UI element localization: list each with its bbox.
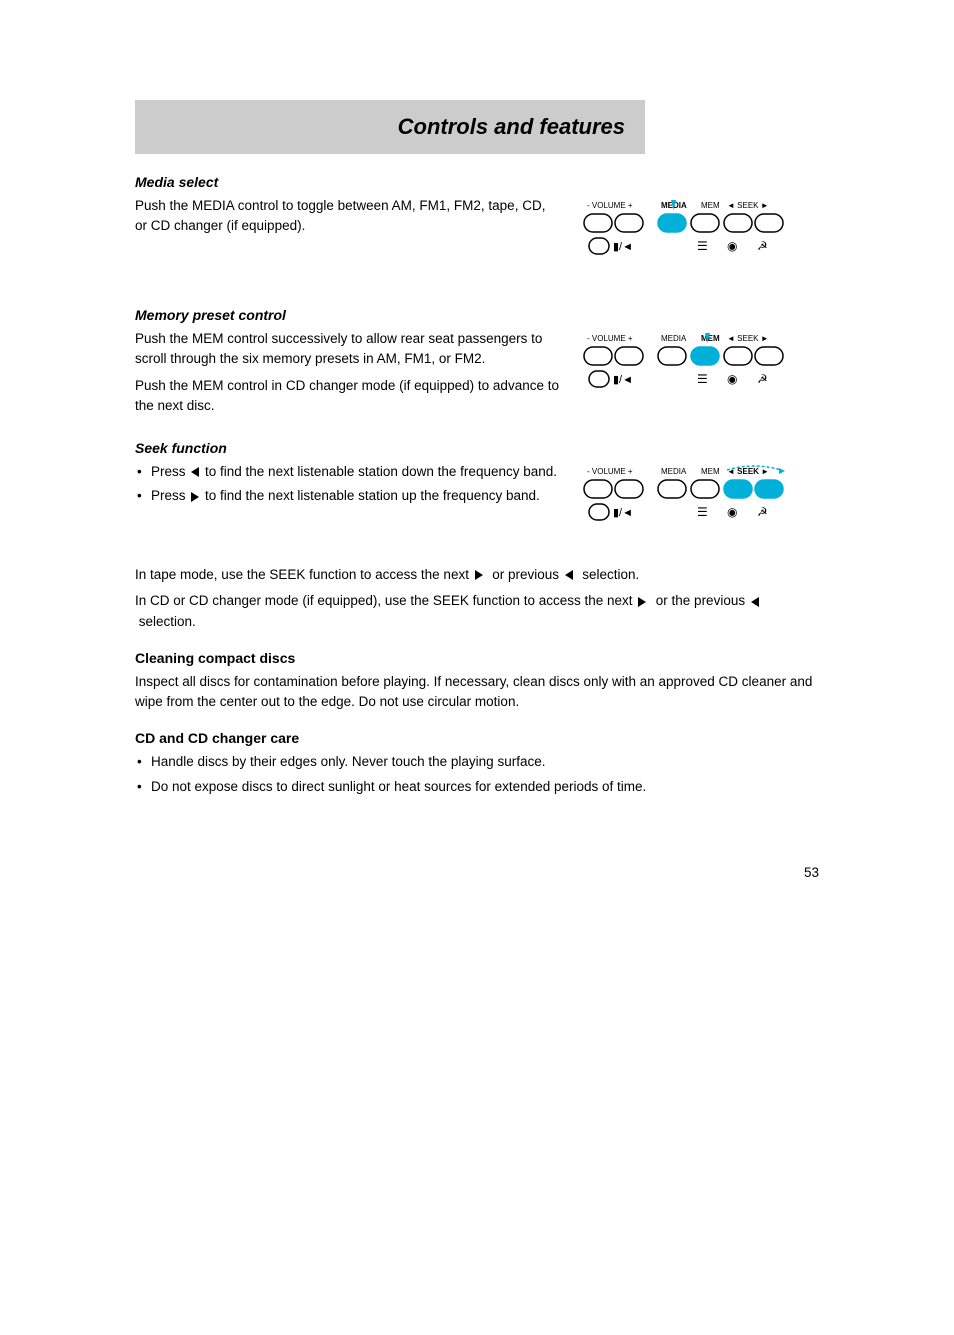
page-number: 53 <box>0 865 954 880</box>
media-select-diagram: - VOLUME + MEDIA MEM ◄ SEEK ► <box>579 196 819 289</box>
seek-para2: In CD or CD changer mode (if equipped), … <box>135 591 819 632</box>
svg-text:☰: ☰ <box>697 505 708 519</box>
tri-left-icon-2 <box>565 570 573 580</box>
svg-text:- VOLUME +: - VOLUME + <box>587 467 633 476</box>
section-seek-function: Seek function Press to find the next lis… <box>135 440 819 632</box>
svg-text:MEM: MEM <box>701 201 720 210</box>
memory-preset-diagram: - VOLUME + MEDIA MEM ◄ SEEK ► <box>579 329 819 422</box>
svg-text:▮/◄: ▮/◄ <box>613 241 633 253</box>
cd-care-bullets: Handle discs by their edges only. Never … <box>135 752 819 797</box>
diagram-media: - VOLUME + MEDIA MEM ◄ SEEK ► <box>579 196 809 286</box>
svg-text:◉: ◉ <box>727 372 737 386</box>
svg-text:◄ SEEK ►: ◄ SEEK ► <box>727 334 769 343</box>
seek-function-text: Press to find the next listenable statio… <box>135 462 559 513</box>
svg-text:◄ SEEK ►: ◄ SEEK ► <box>727 201 769 210</box>
seek-function-diagram: - VOLUME + MEDIA MEM ◄ SEEK ► <box>579 462 819 555</box>
svg-text:MEM: MEM <box>701 467 720 476</box>
page-title: Controls and features <box>398 114 625 139</box>
tri-right-icon-3 <box>638 597 646 607</box>
svg-text:MEDIA: MEDIA <box>661 467 687 476</box>
section-cleaning: Cleaning compact discs Inspect all discs… <box>135 650 819 713</box>
svg-text:☰: ☰ <box>697 372 708 386</box>
page-container: Controls and features Media select Push … <box>0 100 954 1335</box>
svg-text:MEM: MEM <box>701 334 720 343</box>
cd-care-bullet-2: Do not expose discs to direct sunlight o… <box>135 777 819 797</box>
seek-function-bullets: Press to find the next listenable statio… <box>135 462 559 507</box>
svg-text:▮/◄: ▮/◄ <box>613 507 633 519</box>
media-select-para: Push the MEDIA control to toggle between… <box>135 196 559 237</box>
svg-text:☰: ☰ <box>697 239 708 253</box>
section-media-select: Media select Push the MEDIA control to t… <box>135 174 819 289</box>
tri-left-icon-1 <box>191 467 199 477</box>
media-select-text: Push the MEDIA control to toggle between… <box>135 196 559 243</box>
svg-text:☭: ☭ <box>757 372 768 386</box>
cd-care-bullet-1: Handle discs by their edges only. Never … <box>135 752 819 772</box>
cd-care-heading: CD and CD changer care <box>135 730 819 746</box>
diagram-seek: - VOLUME + MEDIA MEM ◄ SEEK ► <box>579 462 809 552</box>
svg-text:MEDIA: MEDIA <box>661 334 687 343</box>
svg-text:- VOLUME +: - VOLUME + <box>587 201 633 210</box>
svg-text:▮/◄: ▮/◄ <box>613 374 633 386</box>
memory-preset-heading: Memory preset control <box>135 307 819 323</box>
cleaning-heading: Cleaning compact discs <box>135 650 819 666</box>
media-select-heading: Media select <box>135 174 819 190</box>
seek-function-heading: Seek function <box>135 440 819 456</box>
memory-preset-text: Push the MEM control successively to all… <box>135 329 559 422</box>
seek-para1: In tape mode, use the SEEK function to a… <box>135 565 819 585</box>
tri-right-icon-2 <box>475 570 483 580</box>
seek-bullet-2: Press to find the next listenable statio… <box>135 486 559 506</box>
media-select-layout: Push the MEDIA control to toggle between… <box>135 196 819 289</box>
seek-bullet-1: Press to find the next listenable statio… <box>135 462 559 482</box>
content-area: Media select Push the MEDIA control to t… <box>0 154 954 835</box>
section-cd-care: CD and CD changer care Handle discs by t… <box>135 730 819 797</box>
svg-text:☭: ☭ <box>757 505 768 519</box>
svg-text:◉: ◉ <box>727 505 737 519</box>
memory-preset-para2: Push the MEM control in CD changer mode … <box>135 376 559 417</box>
memory-preset-layout: Push the MEM control successively to all… <box>135 329 819 422</box>
svg-text:- VOLUME +: - VOLUME + <box>587 334 633 343</box>
tri-right-icon-1 <box>191 492 199 502</box>
header-banner: Controls and features <box>135 100 645 154</box>
memory-preset-para1: Push the MEM control successively to all… <box>135 329 559 370</box>
svg-text:☭: ☭ <box>757 239 768 253</box>
cleaning-para: Inspect all discs for contamination befo… <box>135 672 819 713</box>
section-memory-preset: Memory preset control Push the MEM contr… <box>135 307 819 422</box>
tri-left-icon-3 <box>751 597 759 607</box>
diagram-mem: - VOLUME + MEDIA MEM ◄ SEEK ► <box>579 329 809 419</box>
seek-function-layout: Press to find the next listenable statio… <box>135 462 819 555</box>
svg-text:◉: ◉ <box>727 239 737 253</box>
